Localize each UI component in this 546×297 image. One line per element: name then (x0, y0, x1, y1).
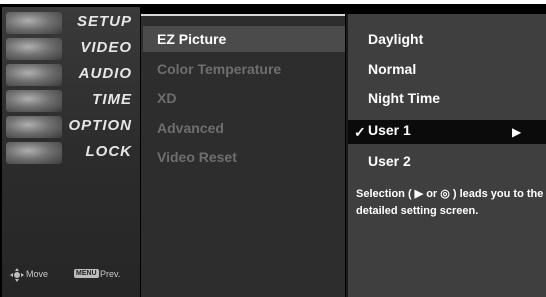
setup-icon (6, 12, 62, 34)
option-daylight[interactable]: Daylight (368, 31, 423, 47)
setting-xd[interactable]: XD (157, 90, 176, 106)
category-label: OPTION (68, 117, 132, 134)
setting-advanced[interactable]: Advanced (157, 120, 224, 136)
category-sidebar: SETUP VIDEO AUDIO TIME OPTION LOCK Move … (2, 7, 142, 297)
category-label: TIME (92, 91, 132, 108)
category-label: LOCK (85, 143, 132, 160)
category-label: SETUP (76, 13, 132, 30)
category-option[interactable]: OPTION (2, 115, 140, 139)
lock-icon (6, 142, 62, 164)
category-audio[interactable]: AUDIO (2, 63, 140, 87)
option-icon (6, 116, 62, 138)
menu-key-icon: MENU (74, 269, 99, 278)
check-icon: ✓ (354, 124, 366, 140)
help-text: Selection ( ▶ or ◎ ) leads you to the de… (356, 188, 544, 217)
option-user-2[interactable]: User 2 (368, 153, 411, 169)
navigation-hint: Move MENU Prev. (10, 267, 140, 283)
arrow-right-icon[interactable]: ▶ (512, 125, 521, 139)
tv-menu-screen: SETUP VIDEO AUDIO TIME OPTION LOCK Move … (0, 4, 546, 297)
category-lock[interactable]: LOCK (2, 141, 140, 165)
category-video[interactable]: VIDEO (2, 37, 140, 61)
ez-picture-options: Daylight Normal Night Time ✓ User 1 ▶ Us… (346, 14, 546, 297)
option-night-time[interactable]: Night Time (368, 90, 440, 106)
time-icon (6, 90, 62, 112)
settings-top-border (141, 14, 345, 16)
option-normal[interactable]: Normal (368, 61, 416, 77)
category-label: VIDEO (80, 39, 132, 56)
move-dpad-icon (10, 268, 24, 282)
setting-ez-picture[interactable]: EZ Picture (157, 31, 226, 47)
setting-color-temperature[interactable]: Color Temperature (157, 61, 281, 77)
settings-list: EZ Picture Color Temperature XD Advanced… (141, 14, 345, 297)
category-label: AUDIO (78, 65, 132, 82)
video-icon (6, 38, 62, 60)
audio-icon (6, 64, 62, 86)
move-label: Move (26, 269, 49, 279)
option-user-1[interactable]: User 1 (368, 122, 411, 138)
prev-label: Prev. (100, 269, 121, 279)
category-time[interactable]: TIME (2, 89, 140, 113)
category-setup[interactable]: SETUP (2, 11, 140, 35)
setting-video-reset[interactable]: Video Reset (157, 149, 237, 165)
